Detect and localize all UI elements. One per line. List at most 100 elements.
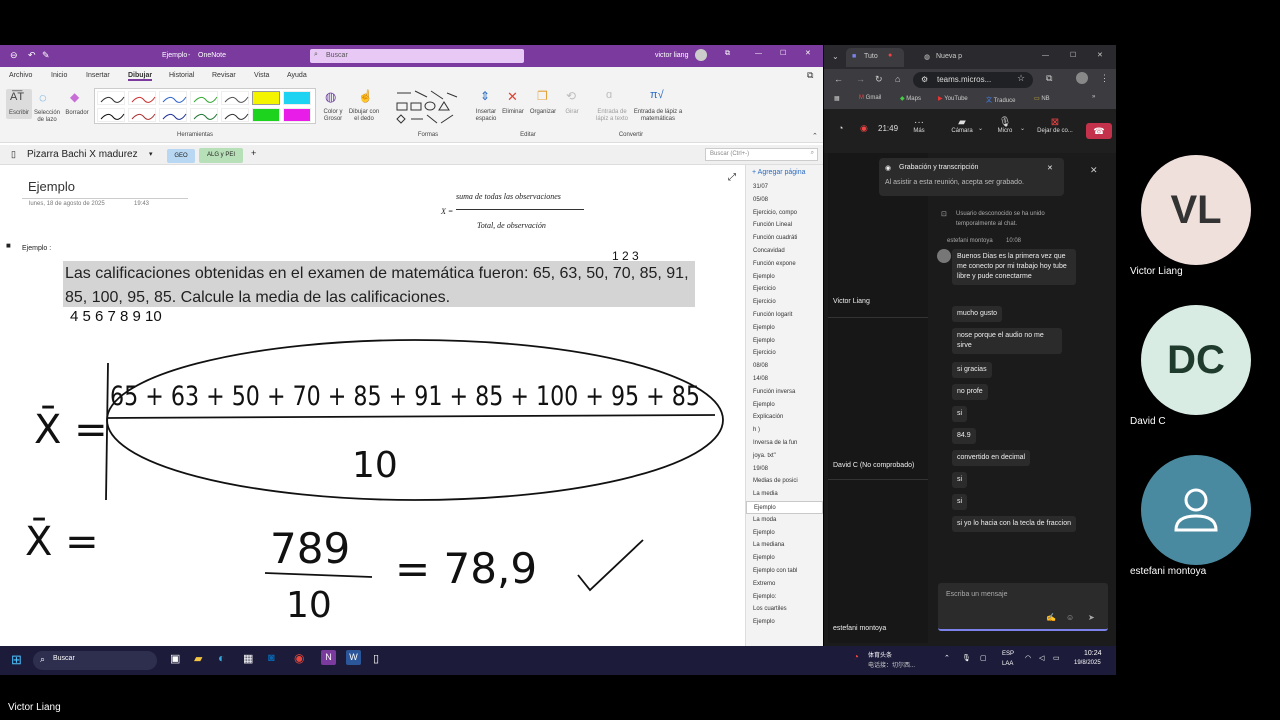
shapes-gallery[interactable] [393, 89, 463, 125]
menu-revisar[interactable]: Revisar [212, 72, 236, 79]
ink-to-text-button[interactable]: ɑ Entrada de lápiz a texto [594, 89, 630, 129]
more-icon[interactable]: ⋮ [1100, 73, 1109, 84]
apps-icon[interactable]: ▦ [834, 95, 840, 102]
page-list-item[interactable]: Función Lineal [746, 219, 823, 232]
menu-historial[interactable]: Historial [169, 72, 194, 79]
page-list-item[interactable]: La moda [746, 514, 823, 527]
arrange-button[interactable]: ❐ Organizar [527, 89, 559, 129]
search-input[interactable]: Buscar [310, 49, 524, 63]
location-icon[interactable]: ▢ [980, 654, 987, 662]
lang-1[interactable]: ESP [1002, 651, 1014, 657]
send-icon[interactable]: ➤ [1088, 613, 1095, 622]
page-list-item[interactable]: Ejemplo [746, 616, 823, 629]
news-title[interactable]: 体育头条 [868, 650, 892, 659]
store-icon[interactable]: ▦ [243, 652, 253, 665]
share-icon[interactable]: ⧉ [807, 70, 813, 81]
color-thickness-button[interactable]: ◍ Color y Grosor [318, 89, 348, 129]
pen-icon[interactable]: ✎ [42, 50, 50, 61]
pen-swatch[interactable] [97, 91, 125, 105]
page-list-item[interactable]: Ejercicio [746, 347, 823, 360]
chevron-down-icon[interactable]: ▾ [149, 150, 153, 158]
pen-swatch[interactable] [190, 91, 218, 105]
volume-icon[interactable]: ◁ [1039, 654, 1044, 662]
page-list-item[interactable]: Inversa de la fun [746, 437, 823, 450]
minimize-icon[interactable]: — [1042, 52, 1049, 59]
ribbon-display-icon[interactable]: ⧉ [725, 50, 730, 58]
chevron-up-icon[interactable]: ⌃ [944, 654, 950, 662]
page-list-item[interactable]: 19/08 [746, 463, 823, 476]
page-list-item[interactable]: Ejemplo [746, 500, 823, 514]
bookmark-maps[interactable]: ◆ Maps [900, 95, 921, 102]
page-list-item[interactable]: La mediana [746, 539, 823, 552]
delete-button[interactable]: ✕ Eliminar [500, 89, 526, 129]
bookmark-traduce[interactable]: 文 Traduce [986, 95, 1015, 104]
bookmark-youtube[interactable]: ▶ YouTube [938, 95, 968, 102]
rotate-button[interactable]: ⟲ Girar [560, 89, 584, 129]
compose-box[interactable]: Escriba un mensaje ✍ ☺ ➤ [938, 583, 1108, 631]
section-tab-alg[interactable]: ALG y PEI [199, 148, 243, 163]
close-icon[interactable]: ✕ [1047, 164, 1053, 172]
windows-icon[interactable]: ⊞ [11, 652, 22, 668]
page-list-item[interactable]: Medias de posici [746, 475, 823, 488]
taskbar-search[interactable]: ⌕ Buscar [33, 651, 157, 670]
tab-teams[interactable]: ■ Tuto ● [846, 48, 904, 67]
more-button[interactable]: ··· Más [909, 117, 929, 134]
close-icon[interactable]: ✕ [805, 49, 811, 57]
collapse-ribbon-icon[interactable]: ⌃ [812, 132, 818, 140]
tab-menu-icon[interactable]: ⌄ [832, 52, 839, 61]
phone-link-icon[interactable]: ▯ [373, 652, 379, 665]
file-explorer-icon[interactable]: ▰ [194, 652, 202, 665]
section-tab-geo[interactable]: GEO [167, 149, 195, 163]
edge-icon[interactable]: ◐ [218, 651, 225, 665]
profile-avatar[interactable] [1076, 72, 1088, 84]
page-list-item[interactable]: joya. txt" [746, 450, 823, 463]
page-list-item[interactable]: 08/08 [746, 360, 823, 373]
pen-swatch[interactable] [190, 108, 218, 122]
close-chat-icon[interactable]: ✕ [1090, 165, 1098, 176]
menu-vista[interactable]: Vista [254, 72, 269, 79]
emoji-icon[interactable]: ☺ [1066, 613, 1074, 622]
chevron-down-icon[interactable]: ⌄ [1020, 125, 1025, 132]
star-icon[interactable]: ☆ [1017, 73, 1025, 84]
pen-swatch[interactable] [221, 91, 249, 105]
page-list-item[interactable]: Función expone [746, 258, 823, 271]
minimize-icon[interactable]: — [755, 50, 762, 57]
task-view-icon[interactable]: ▣ [170, 652, 180, 665]
menu-ayuda[interactable]: Ayuda [287, 72, 307, 79]
close-icon[interactable]: ✕ [1097, 51, 1103, 59]
page-list-item[interactable]: 14/08 [746, 373, 823, 386]
wifi-icon[interactable]: ◠ [1025, 654, 1031, 662]
reload-icon[interactable]: ↻ [875, 74, 883, 85]
page-list-item[interactable]: Ejemplo [746, 322, 823, 335]
page-list-item[interactable]: La media [746, 488, 823, 501]
back-icon[interactable]: ⊖ [10, 50, 18, 61]
tab-new[interactable]: ◍ Nueva p [908, 48, 968, 67]
word-icon[interactable]: W [346, 650, 361, 665]
menu-archivo[interactable]: Archivo [9, 72, 32, 79]
page-list-item[interactable]: Ejemplo [746, 271, 823, 284]
add-page-button[interactable]: + Agregar página [746, 165, 823, 181]
menu-insertar[interactable]: Insertar [86, 72, 110, 79]
page-canvas[interactable]: Ejemplo lunes, 18 de agosto de 2025 19:4… [0, 165, 745, 646]
lasso-button[interactable]: ◌ Selección de lazo [33, 89, 61, 129]
leave-call-button[interactable]: ☎ [1086, 123, 1112, 139]
ink-to-math-button[interactable]: π√ Entrada de lápiz a matemáticas [632, 89, 684, 129]
format-icon[interactable]: ✍ [1046, 613, 1056, 622]
highlighter-green[interactable] [252, 108, 280, 122]
page-list-item[interactable]: Función cuadráti [746, 232, 823, 245]
stop-share-button[interactable]: ⊠ Dejar de co... [1034, 117, 1076, 134]
page-list-item[interactable]: Ejemplo: [746, 591, 823, 604]
chevron-down-icon[interactable]: ⌄ [978, 125, 983, 132]
page-list-item[interactable]: Explicación [746, 411, 823, 424]
avatar[interactable] [695, 49, 707, 61]
page-list-item[interactable]: Ejemplo con tabl [746, 565, 823, 578]
add-section-button[interactable]: + [251, 148, 256, 158]
mic-button[interactable]: 🎙 Micro [992, 117, 1018, 134]
back-icon[interactable]: ← [834, 74, 843, 84]
eraser-button[interactable]: ◆ Borrador [62, 89, 92, 129]
pen-swatch[interactable] [159, 108, 187, 122]
more-bookmarks-icon[interactable]: » [1092, 94, 1095, 100]
url-field[interactable]: ⚙ teams.micros... [913, 72, 1033, 88]
write-tool-button[interactable]: A͞T Escribir [6, 89, 32, 119]
highlighter-cyan[interactable] [283, 91, 311, 105]
